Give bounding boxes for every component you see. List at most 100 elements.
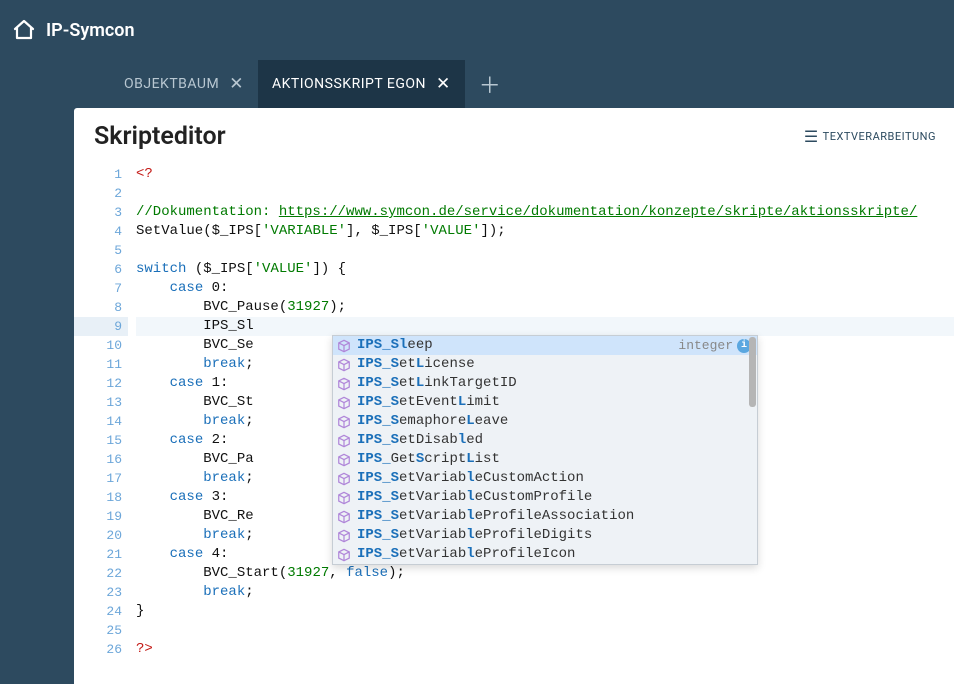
line-number: 9 xyxy=(74,317,128,336)
code-editor[interactable]: 1234567891011121314151617181920212223242… xyxy=(74,161,954,684)
code-token: ?> xyxy=(136,641,153,657)
autocomplete-item[interactable]: IPS_SetLinkTargetID xyxy=(333,374,757,393)
line-number: 24 xyxy=(74,602,128,621)
code-token: case xyxy=(170,546,204,562)
line-number: 12 xyxy=(74,374,128,393)
autocomplete-label: IPS_SetEventLimit xyxy=(357,393,751,412)
autocomplete-item[interactable]: IPS_SetDisabled xyxy=(333,431,757,450)
line-number: 26 xyxy=(74,640,128,659)
autocomplete-label: IPS_GetScriptList xyxy=(357,450,751,469)
code-token: switch xyxy=(136,261,186,277)
cube-icon xyxy=(337,377,351,391)
autocomplete-item[interactable]: IPS_SetVariableProfileAssociation xyxy=(333,507,757,526)
code-token: ; xyxy=(245,413,253,429)
code-token: break xyxy=(203,413,245,429)
autocomplete-item[interactable]: IPS_SetVariableCustomAction xyxy=(333,469,757,488)
cube-icon xyxy=(337,339,351,353)
tab-strip: OBJEKTBAUM ✕ AKTIONSSKRIPT EGON ✕ ＋ xyxy=(0,60,954,108)
cube-icon xyxy=(337,548,351,562)
panel-header: Skripteditor ☰ TEXTVERARBEITUNG xyxy=(74,108,954,161)
text-processing-button[interactable]: ☰ TEXTVERARBEITUNG xyxy=(804,127,936,146)
code-token: ]) { xyxy=(312,261,346,277)
panel-title: Skripteditor xyxy=(94,122,226,151)
line-number: 13 xyxy=(74,393,128,412)
code-token: ); xyxy=(329,299,346,315)
cube-icon xyxy=(337,434,351,448)
code-token: ], $_IPS[ xyxy=(346,223,422,239)
autocomplete-item[interactable]: IPS_GetScriptList xyxy=(333,450,757,469)
line-number: 3 xyxy=(74,203,128,222)
code-token: //Dokumentation: xyxy=(136,204,279,220)
autocomplete-label: IPS_SetVariableProfileDigits xyxy=(357,526,751,545)
code-token: , xyxy=(329,565,346,581)
code-token: ); xyxy=(388,565,405,581)
autocomplete-label: IPS_SetVariableCustomProfile xyxy=(357,488,751,507)
code-token: break xyxy=(203,470,245,486)
autocomplete-label: IPS_SetVariableCustomAction xyxy=(357,469,751,488)
tab-label: AKTIONSSKRIPT EGON xyxy=(272,76,426,92)
line-number: 15 xyxy=(74,431,128,450)
autocomplete-item[interactable]: IPS_Sleepintegeri xyxy=(333,336,757,355)
scrollbar-thumb[interactable] xyxy=(749,337,756,407)
code-token: break xyxy=(203,527,245,543)
autocomplete-popup[interactable]: IPS_SleepintegeriIPS_SetLicenseIPS_SetLi… xyxy=(332,335,758,565)
cube-icon xyxy=(337,453,351,467)
line-number: 19 xyxy=(74,507,128,526)
code-token: } xyxy=(136,603,144,619)
line-number: 14 xyxy=(74,412,128,431)
code-token: BVC_St xyxy=(203,394,253,410)
line-number: 16 xyxy=(74,450,128,469)
line-number: 1 xyxy=(74,165,128,184)
code-token: BVC_Pause( xyxy=(203,299,287,315)
line-number: 20 xyxy=(74,526,128,545)
code-token: ; xyxy=(245,356,253,372)
line-number: 4 xyxy=(74,222,128,241)
code-token: false xyxy=(346,565,388,581)
code-token: ; xyxy=(245,584,253,600)
cube-icon xyxy=(337,396,351,410)
tab-aktionsskript-egon[interactable]: AKTIONSSKRIPT EGON ✕ xyxy=(258,60,465,108)
close-icon[interactable]: ✕ xyxy=(436,76,451,93)
line-number: 25 xyxy=(74,621,128,640)
line-number: 17 xyxy=(74,469,128,488)
code-token: BVC_Start( xyxy=(203,565,287,581)
code-token: case xyxy=(170,375,204,391)
cube-icon xyxy=(337,472,351,486)
autocomplete-item[interactable]: IPS_SetEventLimit xyxy=(333,393,757,412)
autocomplete-item[interactable]: IPS_SetVariableProfileIcon xyxy=(333,545,757,564)
code-token: ]); xyxy=(480,223,505,239)
code-token: case xyxy=(170,489,204,505)
code-token: ($_IPS[ xyxy=(186,261,253,277)
code-token: 'VALUE' xyxy=(422,223,481,239)
code-token: 1: xyxy=(203,375,228,391)
line-number: 21 xyxy=(74,545,128,564)
code-token: 'VALUE' xyxy=(254,261,313,277)
autocomplete-item[interactable]: IPS_SetVariableCustomProfile xyxy=(333,488,757,507)
code-token: 'VARIABLE' xyxy=(262,223,346,239)
tab-label: OBJEKTBAUM xyxy=(124,76,219,92)
home-icon xyxy=(12,18,36,42)
code-token: 31927 xyxy=(287,299,329,315)
tool-label: TEXTVERARBEITUNG xyxy=(823,130,936,143)
add-tab-button[interactable]: ＋ xyxy=(465,68,515,100)
code-token: 31927 xyxy=(287,565,329,581)
code-token: 3: xyxy=(203,489,228,505)
gutter: 1234567891011121314151617181920212223242… xyxy=(74,165,128,659)
code-token: break xyxy=(203,584,245,600)
line-number: 5 xyxy=(74,241,128,260)
autocomplete-label: IPS_Sleep xyxy=(357,336,678,355)
autocomplete-item[interactable]: IPS_SetLicense xyxy=(333,355,757,374)
line-number: 8 xyxy=(74,298,128,317)
code-token: 0: xyxy=(203,280,228,296)
code-token: SetValue($_IPS[ xyxy=(136,223,262,239)
line-number: 18 xyxy=(74,488,128,507)
cube-icon xyxy=(337,510,351,524)
close-icon[interactable]: ✕ xyxy=(229,76,244,93)
autocomplete-item[interactable]: IPS_SetVariableProfileDigits xyxy=(333,526,757,545)
code-token: 2: xyxy=(203,432,228,448)
autocomplete-label: IPS_SetLicense xyxy=(357,355,751,374)
tab-objektbaum[interactable]: OBJEKTBAUM ✕ xyxy=(110,60,258,108)
autocomplete-item[interactable]: IPS_SemaphoreLeave xyxy=(333,412,757,431)
code-token: ; xyxy=(245,527,253,543)
code-token: BVC_Re xyxy=(203,508,253,524)
